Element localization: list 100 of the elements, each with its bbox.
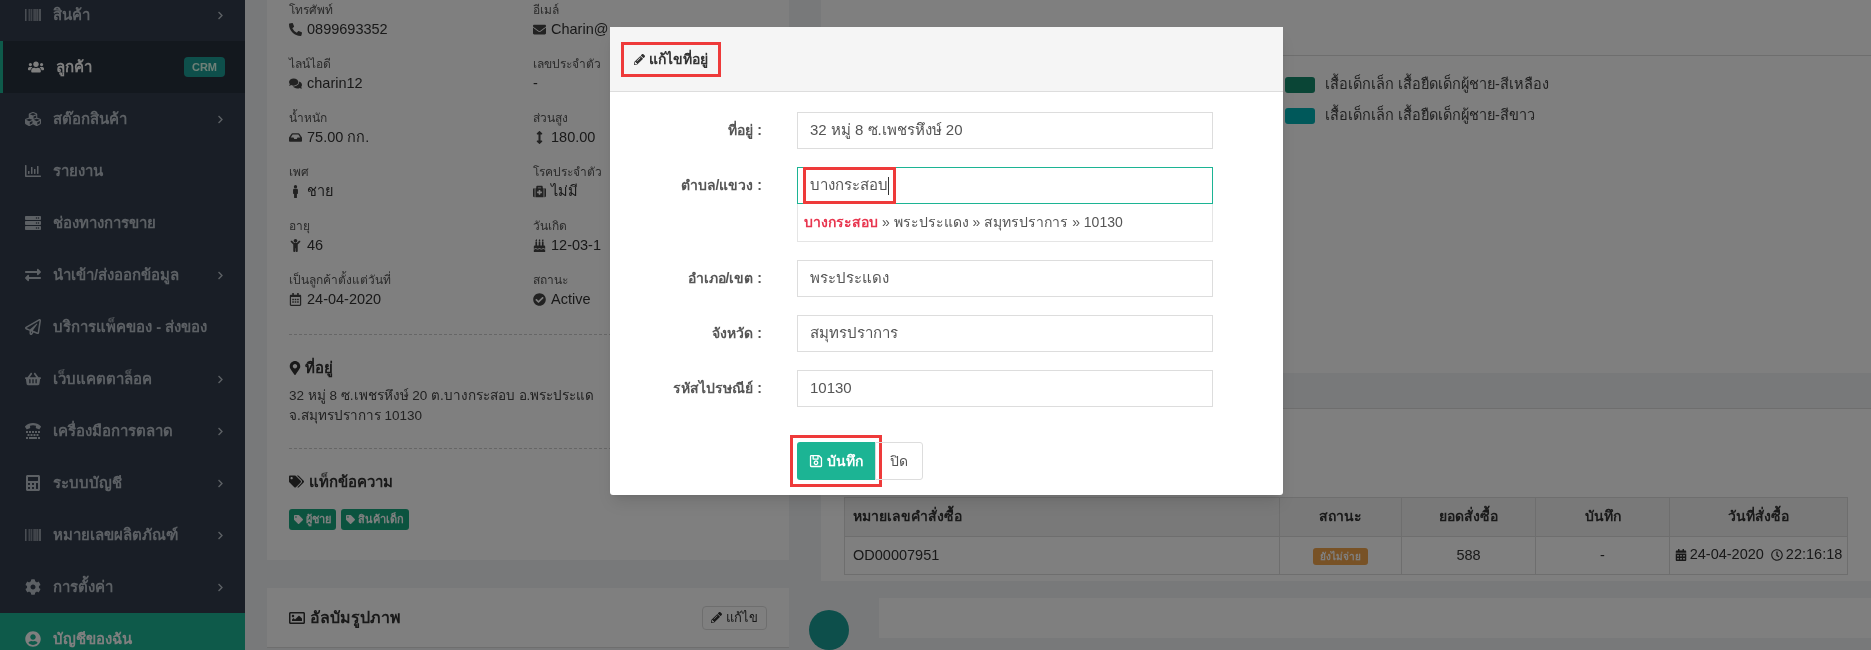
section-title: ที่อยู่ (305, 357, 333, 380)
close-button[interactable]: ปิด (875, 442, 923, 480)
field-value: - (533, 74, 538, 93)
cubes-icon (25, 111, 41, 127)
round-button[interactable] (809, 610, 849, 650)
status-badge: ยังไม่จ่าย (1313, 547, 1368, 565)
chevron-icon (216, 426, 225, 436)
field-value: 32 หมู่ 8 ซ.เพชรหึงษ์ 20 (810, 120, 963, 141)
table-cell: - (1535, 536, 1670, 575)
map-pin-icon (289, 361, 301, 376)
basket-icon (25, 371, 41, 387)
field-value: 46 (307, 236, 324, 255)
phone-icon (25, 423, 41, 439)
section-title: แท็กข้อความ (309, 471, 393, 492)
chat-icon (289, 76, 302, 90)
text-field[interactable]: สมุทรปราการ (797, 315, 1213, 352)
field-value: บางกระสอบ (810, 175, 888, 196)
suggestion-item[interactable]: บางกระสอบ » พระประแดง » สมุทรปราการ » 10130 (797, 204, 1213, 242)
child-icon (289, 238, 302, 252)
pencil-icon (711, 612, 722, 623)
column-header: บันทึก (1535, 497, 1670, 537)
text-field[interactable]: 32 หมู่ 8 ซ.เพชรหึงษ์ 20 (797, 112, 1213, 149)
text-field[interactable]: 10130 (797, 370, 1213, 407)
sidebar-item[interactable]: บริการแพ็คของ - ส่งของ (0, 301, 245, 353)
field-value: 12-03-1 (551, 236, 601, 255)
envelope-icon (533, 22, 546, 36)
chevron-icon (216, 270, 225, 280)
column-header: สถานะ (1279, 497, 1402, 537)
sidebar-item[interactable]: ลูกค้า CRM (0, 41, 245, 93)
field-value: charin12 (307, 74, 363, 93)
paper-plane-icon (25, 319, 41, 335)
address-text: จ.สมุทรปราการ 10130 (289, 406, 423, 426)
sidebar-item[interactable]: สินค้า (0, 0, 245, 41)
field-label: วันเกิด (533, 218, 567, 234)
sidebar-item[interactable]: นำเข้า/ส่งออกข้อมูล (0, 249, 245, 301)
sidebar-item[interactable]: สต๊อกสินค้า (0, 93, 245, 145)
column-header: หมายเลขคำสั่งซื้อ (844, 497, 1280, 537)
field-label: โรคประจำตัว (533, 164, 602, 180)
field-value: 10130 (810, 378, 852, 399)
sidebar-item[interactable]: บัญชีของฉัน (0, 613, 245, 650)
field-value: 24-04-2020 (307, 290, 382, 309)
settings-icon (25, 579, 41, 595)
field-label: ส่วนสูง (533, 110, 568, 126)
text-field[interactable]: พระประแดง (797, 260, 1213, 297)
legend-label: เสื้อเด็กเล็ก เสื้อยืดเด็กผู้ชาย-สีเหลือง (1325, 74, 1549, 96)
edit-button[interactable]: แก้ไข (702, 605, 767, 630)
chevron-icon (216, 374, 225, 384)
field-label: ไลน์ไอดี (289, 56, 331, 72)
field-label: ตำบล/แขวง : (679, 176, 762, 195)
phone-icon (289, 22, 302, 36)
sidebar-item[interactable]: ช่องทางการขาย (0, 197, 245, 249)
chevron-icon (216, 10, 225, 20)
field-value: ไม่มี (551, 182, 578, 201)
tags-icon (289, 474, 304, 490)
field-label: อำเภอ/เขต : (686, 269, 762, 288)
server-icon (25, 215, 41, 231)
chevron-icon (216, 582, 225, 592)
field-label: เพศ (289, 164, 309, 180)
tag: ผู้ชาย (289, 509, 336, 530)
text-cursor (888, 176, 889, 195)
field-label: อายุ (289, 218, 310, 234)
text-field[interactable]: บางกระสอบ (797, 167, 1213, 204)
calculator-icon (25, 475, 41, 491)
barcode-icon (25, 527, 41, 543)
chevron-icon (216, 530, 225, 540)
sidebar-item[interactable]: เครื่องมือการตลาด (0, 405, 245, 457)
sidebar-item[interactable]: ระบบบัญชี (0, 457, 245, 509)
field-value: สมุทรปราการ (810, 323, 898, 345)
table-cell: 588 (1401, 536, 1536, 575)
field-label: อีเมล์ (533, 2, 559, 18)
save-button[interactable]: บันทึก (797, 442, 875, 480)
tag: สินค้าเด็ก (341, 509, 409, 530)
tray-icon (289, 130, 302, 144)
calendar-icon (1674, 548, 1687, 561)
crm-badge: CRM (183, 56, 225, 78)
modal-title: แก้ไขที่อยู่ (649, 48, 708, 70)
field-value: ชาย (307, 182, 333, 201)
sidebar-item[interactable]: รายงาน (0, 145, 245, 197)
field-label: จังหวัด : (711, 324, 762, 343)
users-icon (28, 59, 44, 75)
tag-icon (294, 515, 303, 524)
field-label: น้ำหนัก (289, 110, 327, 126)
clock-icon (1770, 548, 1783, 561)
field-label: ที่อยู่ : (727, 119, 762, 141)
field-value: พระประแดง (810, 268, 889, 289)
sidebar-item[interactable]: เว็บแคตตาล็อค (0, 353, 245, 405)
field-value: Charin@ (551, 20, 609, 39)
user-icon (25, 631, 41, 647)
address-text: 32 หมู่ 8 ซ.เพชรหึงษ์ 20 ต.บางกระสอบ อ.พระประแด (289, 386, 595, 406)
chevron-icon (216, 114, 225, 124)
save-icon (809, 454, 823, 468)
sidebar-item[interactable]: หมายเลขผลิตภัณฑ์ (0, 509, 245, 561)
arrows-icon (25, 267, 41, 283)
order-date: 24-04-2020 (1689, 544, 1764, 564)
field-label: รหัสไปรษณีย์ : (672, 379, 762, 398)
table-cell: OD00007951 (844, 536, 1280, 575)
calendar-icon (289, 292, 302, 306)
field-value: 75.00 กก. (307, 128, 370, 147)
legend-label: เสื้อเด็กเล็ก เสื้อยืดเด็กผู้ชาย-สีขาว (1325, 104, 1535, 126)
sidebar-item[interactable]: การตั้งค่า (0, 561, 245, 613)
